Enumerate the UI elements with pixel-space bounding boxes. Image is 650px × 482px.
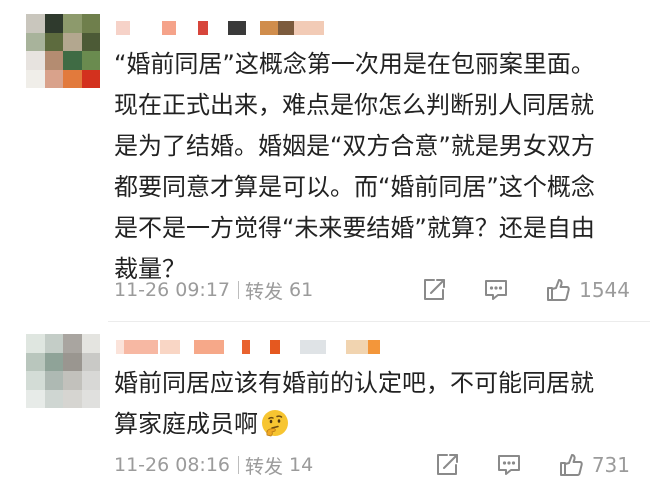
repost-label[interactable]: 转发 — [245, 452, 283, 479]
comment-line: “婚前同居”这概念第一次用是在包丽案里面。 — [114, 50, 595, 78]
share-icon[interactable] — [421, 277, 447, 303]
comment-line: 都要同意才算是可以。而“婚前同居”这个概念 — [114, 173, 595, 201]
comment-text: 婚前同居应该有婚前的认定吧，不可能同居就 算家庭成员啊 — [114, 363, 634, 445]
reply-icon[interactable] — [483, 277, 509, 303]
timestamp: 11-26 09:17 — [114, 279, 231, 301]
username[interactable] — [116, 336, 380, 358]
comment-item: 婚前同居应该有婚前的认定吧，不可能同居就 算家庭成员啊 11-26 08:16 … — [0, 322, 650, 482]
comment-text: “婚前同居”这概念第一次用是在包丽案里面。 现在正式出来，难点是你怎么判断别人同… — [114, 44, 634, 290]
like-icon[interactable] — [545, 277, 571, 303]
timestamp: 11-26 08:16 — [114, 454, 231, 476]
avatar[interactable] — [26, 14, 100, 88]
like-icon[interactable] — [558, 452, 584, 478]
comment-line: 现在正式出来，难点是你怎么判断别人同居就 — [114, 91, 594, 119]
like-count: 731 — [591, 453, 630, 477]
meta-divider — [238, 281, 240, 299]
comment-line: 是不是一方觉得“未来要结婚”就算？还是自由 — [114, 214, 595, 242]
comment-line: 是为了结婚。婚姻是“双方合意”就是男女双方 — [114, 132, 595, 160]
comment-meta: 11-26 09:17 转发 61 1544 — [114, 275, 630, 305]
share-icon[interactable] — [434, 452, 460, 478]
comment-line: 算家庭成员啊 — [114, 404, 634, 445]
comment-line: 婚前同居应该有婚前的认定吧，不可能同居就 — [114, 369, 594, 397]
username[interactable] — [116, 17, 324, 39]
like-count: 1544 — [579, 278, 630, 302]
repost-count[interactable]: 61 — [289, 279, 313, 301]
thinking-face-emoji — [260, 408, 290, 438]
avatar[interactable] — [26, 334, 100, 408]
comment-item: “婚前同居”这概念第一次用是在包丽案里面。 现在正式出来，难点是你怎么判断别人同… — [0, 0, 650, 322]
meta-divider — [238, 456, 240, 474]
repost-label[interactable]: 转发 — [245, 277, 283, 304]
comment-meta: 11-26 08:16 转发 14 731 — [114, 450, 630, 480]
repost-count[interactable]: 14 — [289, 454, 313, 476]
comment-line-text: 算家庭成员啊 — [114, 410, 258, 438]
reply-icon[interactable] — [496, 452, 522, 478]
